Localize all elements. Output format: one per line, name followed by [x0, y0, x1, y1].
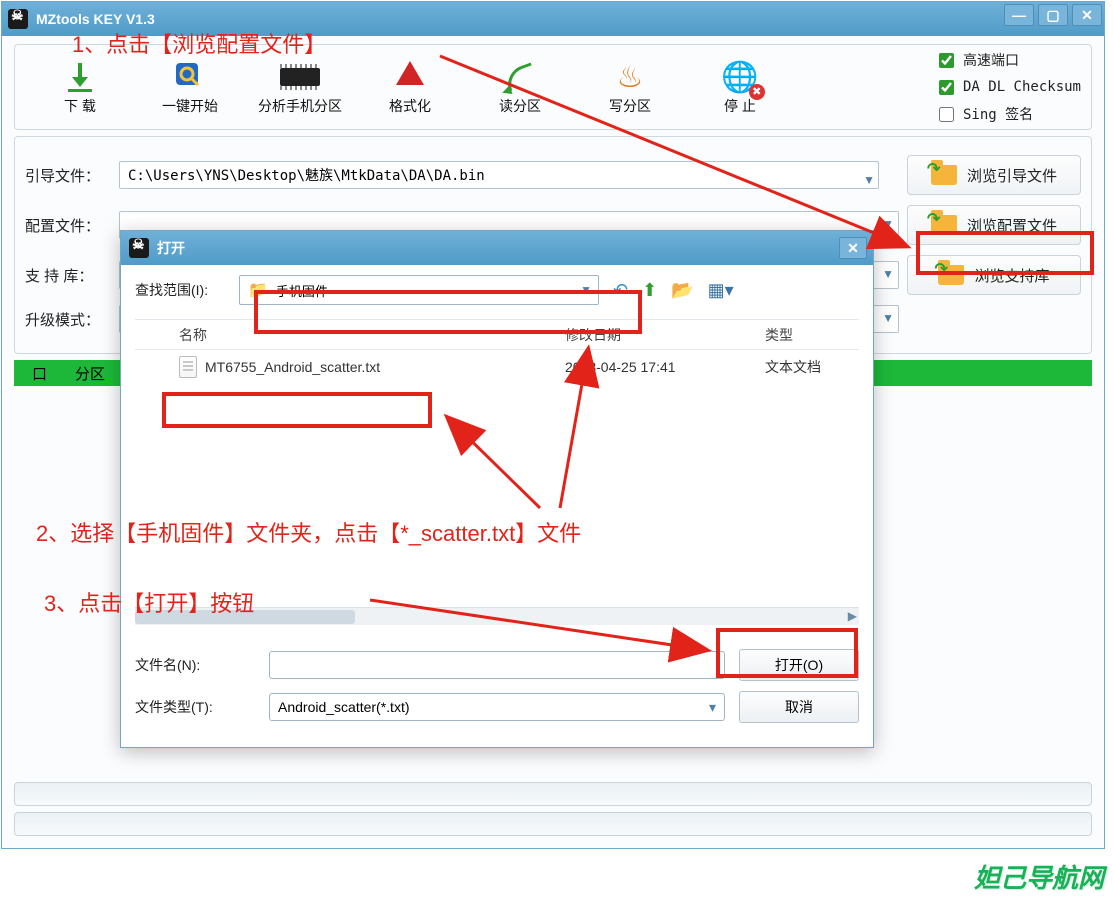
download-button[interactable]: 下 载	[25, 58, 135, 116]
write-icon: ♨	[617, 58, 644, 96]
download-icon	[62, 58, 98, 96]
file-type: 文本文档	[765, 357, 859, 377]
minimize-button[interactable]: —	[1004, 4, 1034, 26]
maximize-button[interactable]: ▢	[1038, 4, 1068, 26]
title-text: MZtools KEY V1.3	[36, 11, 155, 27]
dialog-icon	[129, 238, 149, 258]
col-type-header[interactable]: 类型	[765, 325, 859, 345]
progress-area	[14, 776, 1092, 836]
filename-label: 文件名(N):	[135, 655, 255, 675]
app-icon	[8, 9, 28, 29]
dialog-close-button[interactable]: ✕	[839, 237, 867, 259]
file-list: 名称 修改日期 类型 MT6755_Android_scatter.txt 20…	[135, 319, 859, 607]
stop-button[interactable]: 🌐 停 止	[685, 58, 795, 116]
folder-icon: 📁	[248, 280, 268, 300]
lib-label: 支 持 库：	[25, 265, 111, 286]
magnify-icon	[172, 58, 208, 96]
col-date-header[interactable]: 修改日期	[565, 325, 765, 345]
checksum-checkbox[interactable]: DA DL Checksum	[935, 77, 1081, 98]
dialog-titlebar: 打开 ✕	[121, 231, 873, 265]
text-file-icon	[179, 356, 197, 378]
open-button[interactable]: 打开(O)	[739, 649, 859, 681]
annotation-1: 1、点击【浏览配置文件】	[72, 27, 326, 59]
options-panel: 高速端口 DA DL Checksum Sing 签名	[935, 50, 1081, 125]
file-name: MT6755_Android_scatter.txt	[205, 359, 380, 375]
file-date: 2018-04-25 17:41	[565, 359, 765, 375]
chevron-down-icon[interactable]: ▼	[863, 173, 875, 187]
open-dialog: 打开 ✕ 查找范围(I): 📁 手机固件 ▼ ↶ ⬆ 📂 ▦▾ 名称 修改日期 …	[120, 230, 874, 748]
chevron-down-icon: ▼	[580, 283, 592, 297]
back-icon[interactable]: ↶	[613, 280, 628, 301]
view-icon[interactable]: ▦▾	[708, 280, 734, 301]
config-label: 配置文件：	[25, 215, 111, 236]
scope-value: 手机固件	[276, 281, 328, 300]
ram-icon	[280, 58, 320, 96]
scope-label: 查找范围(I):	[135, 280, 225, 300]
read-icon	[505, 58, 535, 96]
mode-label: 升级模式：	[25, 309, 111, 330]
filetype-label: 文件类型(T):	[135, 697, 255, 717]
progress-bar-1	[14, 782, 1092, 806]
browse-config-button[interactable]: ↷ 浏览配置文件	[907, 205, 1081, 245]
watermark: 妲己导航网	[974, 858, 1104, 895]
browse-lib-button[interactable]: ↷ 浏览支持库	[907, 255, 1081, 295]
format-icon	[396, 58, 424, 96]
annotation-3: 3、点击【打开】按钮	[44, 586, 254, 618]
onekey-start-button[interactable]: 一键开始	[135, 58, 245, 116]
analyze-partition-button[interactable]: 分析手机分区	[245, 58, 355, 116]
progress-bar-2	[14, 812, 1092, 836]
write-partition-button[interactable]: ♨ 写分区	[575, 58, 685, 116]
new-folder-icon[interactable]: 📂	[671, 280, 693, 301]
annotation-2: 2、选择【手机固件】文件夹，点击【*_scatter.txt】文件	[36, 516, 581, 548]
filename-input[interactable]	[269, 651, 725, 679]
file-row[interactable]: MT6755_Android_scatter.txt 2018-04-25 17…	[135, 350, 859, 384]
folder-icon: ↷	[938, 265, 964, 285]
highspeed-checkbox[interactable]: 高速端口	[935, 50, 1081, 71]
format-button[interactable]: 格式化	[355, 58, 465, 116]
cancel-button[interactable]: 取消	[739, 691, 859, 723]
folder-icon: ↷	[931, 215, 957, 235]
browse-boot-button[interactable]: ↷ 浏览引导文件	[907, 155, 1081, 195]
sign-checkbox[interactable]: Sing 签名	[935, 104, 1081, 125]
scroll-right-icon[interactable]: ▶	[848, 609, 857, 623]
read-partition-button[interactable]: 读分区	[465, 58, 575, 116]
col-partition: 分区	[75, 363, 105, 384]
dialog-title: 打开	[157, 238, 185, 258]
boot-label: 引导文件：	[25, 165, 111, 186]
up-icon[interactable]: ⬆	[642, 280, 657, 301]
file-list-header: 名称 修改日期 类型	[135, 320, 859, 350]
chevron-down-icon: ▾	[709, 699, 716, 716]
stop-icon: 🌐	[721, 58, 758, 96]
close-button[interactable]: ✕	[1072, 4, 1102, 26]
folder-icon: ↷	[931, 165, 957, 185]
boot-path-input[interactable]	[119, 161, 879, 189]
col-checkbox: 口	[32, 363, 47, 384]
scope-combo[interactable]: 📁 手机固件 ▼	[239, 275, 599, 305]
filetype-combo[interactable]: Android_scatter(*.txt) ▾	[269, 693, 725, 721]
col-name-header[interactable]: 名称	[135, 325, 565, 345]
